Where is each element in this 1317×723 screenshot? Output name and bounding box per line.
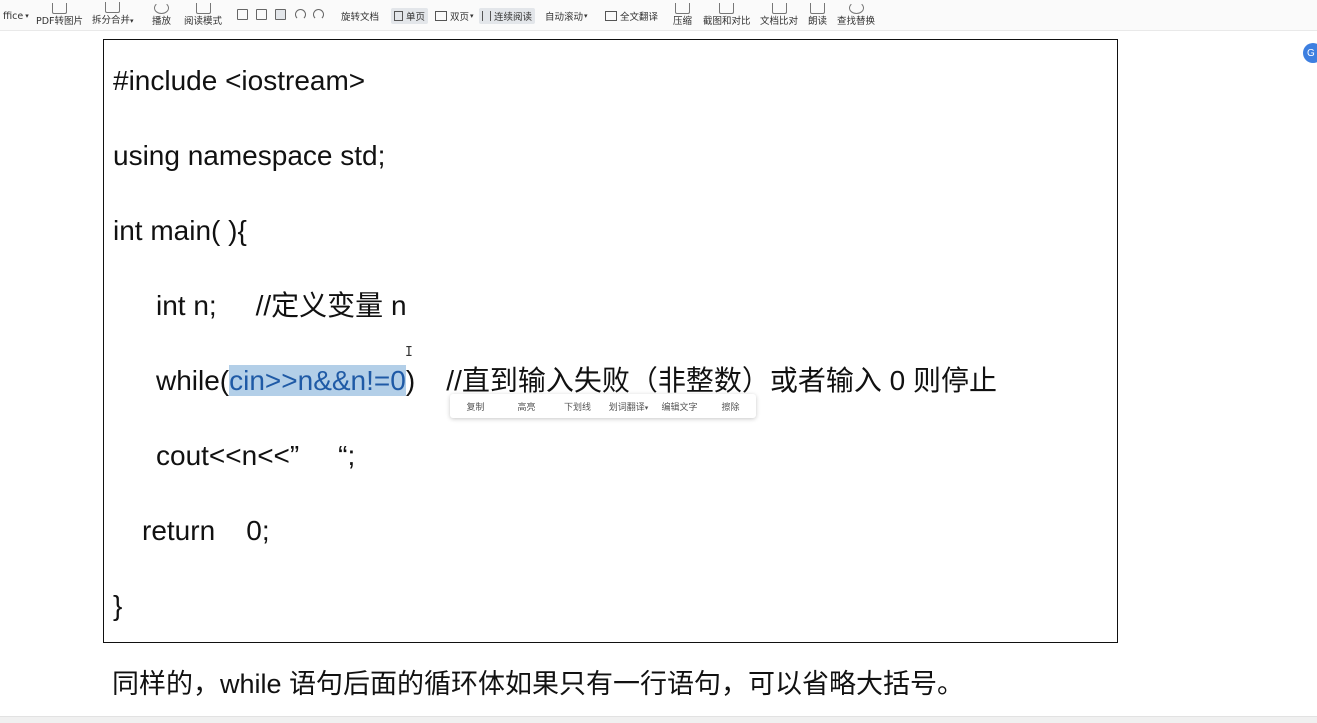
play-label: 播放 <box>152 16 172 27</box>
code-line-declare: int n; //定义变量 n <box>156 290 407 321</box>
crop-icon[interactable] <box>256 9 267 20</box>
full-translate-label: 全文翻译 <box>620 12 659 23</box>
code-line-close-brace: } <box>113 590 123 621</box>
double-page-button[interactable]: 双页 ▾ <box>432 8 477 24</box>
search-icon <box>848 2 864 14</box>
select-icon[interactable] <box>275 9 286 20</box>
text-cursor-icon: I <box>405 345 413 360</box>
continuous-read-icon <box>482 11 491 21</box>
rotate-right-icon[interactable] <box>313 9 324 20</box>
screenshot-compare-label: 截图和对比 <box>703 16 751 27</box>
side-badge-label: G <box>1307 47 1315 59</box>
read-mode-label: 阅读模式 <box>184 16 223 27</box>
compress-label: 压缩 <box>673 16 693 27</box>
compress-icon <box>675 3 690 14</box>
toolbar: ffice ▾ PDF转图片 拆分合并▾ 播放 阅读模式 旋转文档 单页 双页 … <box>0 0 1317 31</box>
popup-translate-button[interactable]: 划词翻译▾ <box>603 400 654 413</box>
pdf-to-image-label: PDF转图片 <box>36 16 84 27</box>
chevron-down-icon: ▾ <box>644 403 649 412</box>
chevron-down-icon: ▾ <box>25 12 29 20</box>
popup-highlight-button[interactable]: 高亮 <box>501 400 552 413</box>
play-button[interactable]: 播放 <box>152 0 171 30</box>
popup-underline-button[interactable]: 下划线 <box>552 400 603 413</box>
single-page-button[interactable]: 单页 <box>391 8 429 24</box>
popup-edit-text-button[interactable]: 编辑文字 <box>654 400 705 413</box>
chevron-down-icon: ▾ <box>470 12 474 20</box>
rotate-doc-button[interactable]: 旋转文档 <box>338 8 382 24</box>
code-line-return: return 0; <box>142 515 270 546</box>
play-icon <box>154 2 169 14</box>
code-slide: #include <iostream> using namespace std;… <box>103 39 1118 643</box>
app-menu[interactable]: ffice ▾ <box>0 8 32 24</box>
doc-compare-label: 文档比对 <box>760 16 799 27</box>
rotate-left-icon[interactable] <box>295 9 306 20</box>
code-line-main: int main( ){ <box>113 215 247 246</box>
translate-icon <box>605 11 617 21</box>
compare-icon <box>771 3 787 14</box>
auto-scroll-button[interactable]: 自动滚动 ▾ <box>542 8 591 24</box>
find-replace-label: 查找替换 <box>837 16 876 27</box>
chevron-down-icon: ▾ <box>584 12 588 20</box>
single-page-label: 单页 <box>406 12 426 23</box>
double-page-label: 双页 <box>450 12 470 23</box>
auto-scroll-label: 自动滚动 <box>545 12 584 23</box>
status-bar <box>0 716 1317 723</box>
selection-popup-menu: 复制 高亮 下划线 划词翻译▾ 编辑文字 擦除 <box>450 394 756 418</box>
image-icon <box>52 3 67 14</box>
code-line-namespace: using namespace std; <box>113 140 386 171</box>
code-line-cout: cout<<n<<” “; <box>156 440 356 471</box>
full-translate-button[interactable]: 全文翻译 <box>602 8 661 24</box>
single-page-icon <box>394 11 403 21</box>
read-aloud-button[interactable]: 朗读 <box>808 0 827 30</box>
split-merge-label: 拆分合并 <box>92 15 131 26</box>
split-merge-button[interactable]: 拆分合并▾ <box>92 0 134 30</box>
selected-text[interactable]: cin>>n&&n!=0 <box>229 365 406 396</box>
read-aloud-label: 朗读 <box>808 16 828 27</box>
code-line-while[interactable]: while(cin>>n&&n!=0) //直到输入失败（非整数）或者输入 0 … <box>156 364 997 398</box>
continuous-read-label: 连续阅读 <box>494 12 533 23</box>
scissors-icon <box>719 3 735 14</box>
compress-button[interactable]: 压缩 <box>673 0 692 30</box>
screenshot-compare-button[interactable]: 截图和对比 <box>703 0 751 30</box>
while-comment: ) //直到输入失败（非整数）或者输入 0 则停止 <box>405 365 997 396</box>
chevron-down-icon: ▾ <box>130 17 134 25</box>
popup-copy-button[interactable]: 复制 <box>450 400 501 413</box>
side-badge-icon[interactable]: G <box>1303 43 1317 63</box>
app-menu-label: ffice <box>3 10 24 22</box>
rotate-doc-label: 旋转文档 <box>341 12 380 23</box>
double-page-icon <box>435 11 447 21</box>
while-keyword: while( <box>156 365 230 396</box>
continuous-read-button[interactable]: 连续阅读 <box>479 8 536 24</box>
speaker-icon <box>810 3 825 14</box>
book-icon <box>195 3 211 14</box>
doc-compare-button[interactable]: 文档比对 <box>760 0 798 30</box>
find-replace-button[interactable]: 查找替换 <box>837 0 875 30</box>
caption-text: 同样的，while 语句后面的循环体如果只有一行语句，可以省略大括号。 <box>112 669 965 699</box>
split-icon <box>105 2 121 13</box>
fit-page-icon[interactable] <box>237 9 248 20</box>
popup-translate-label: 划词翻译 <box>608 402 645 413</box>
pdf-to-image-button[interactable]: PDF转图片 <box>36 0 83 30</box>
read-mode-button[interactable]: 阅读模式 <box>184 0 222 30</box>
code-line-include: #include <iostream> <box>113 65 366 96</box>
popup-erase-button[interactable]: 擦除 <box>705 400 756 413</box>
